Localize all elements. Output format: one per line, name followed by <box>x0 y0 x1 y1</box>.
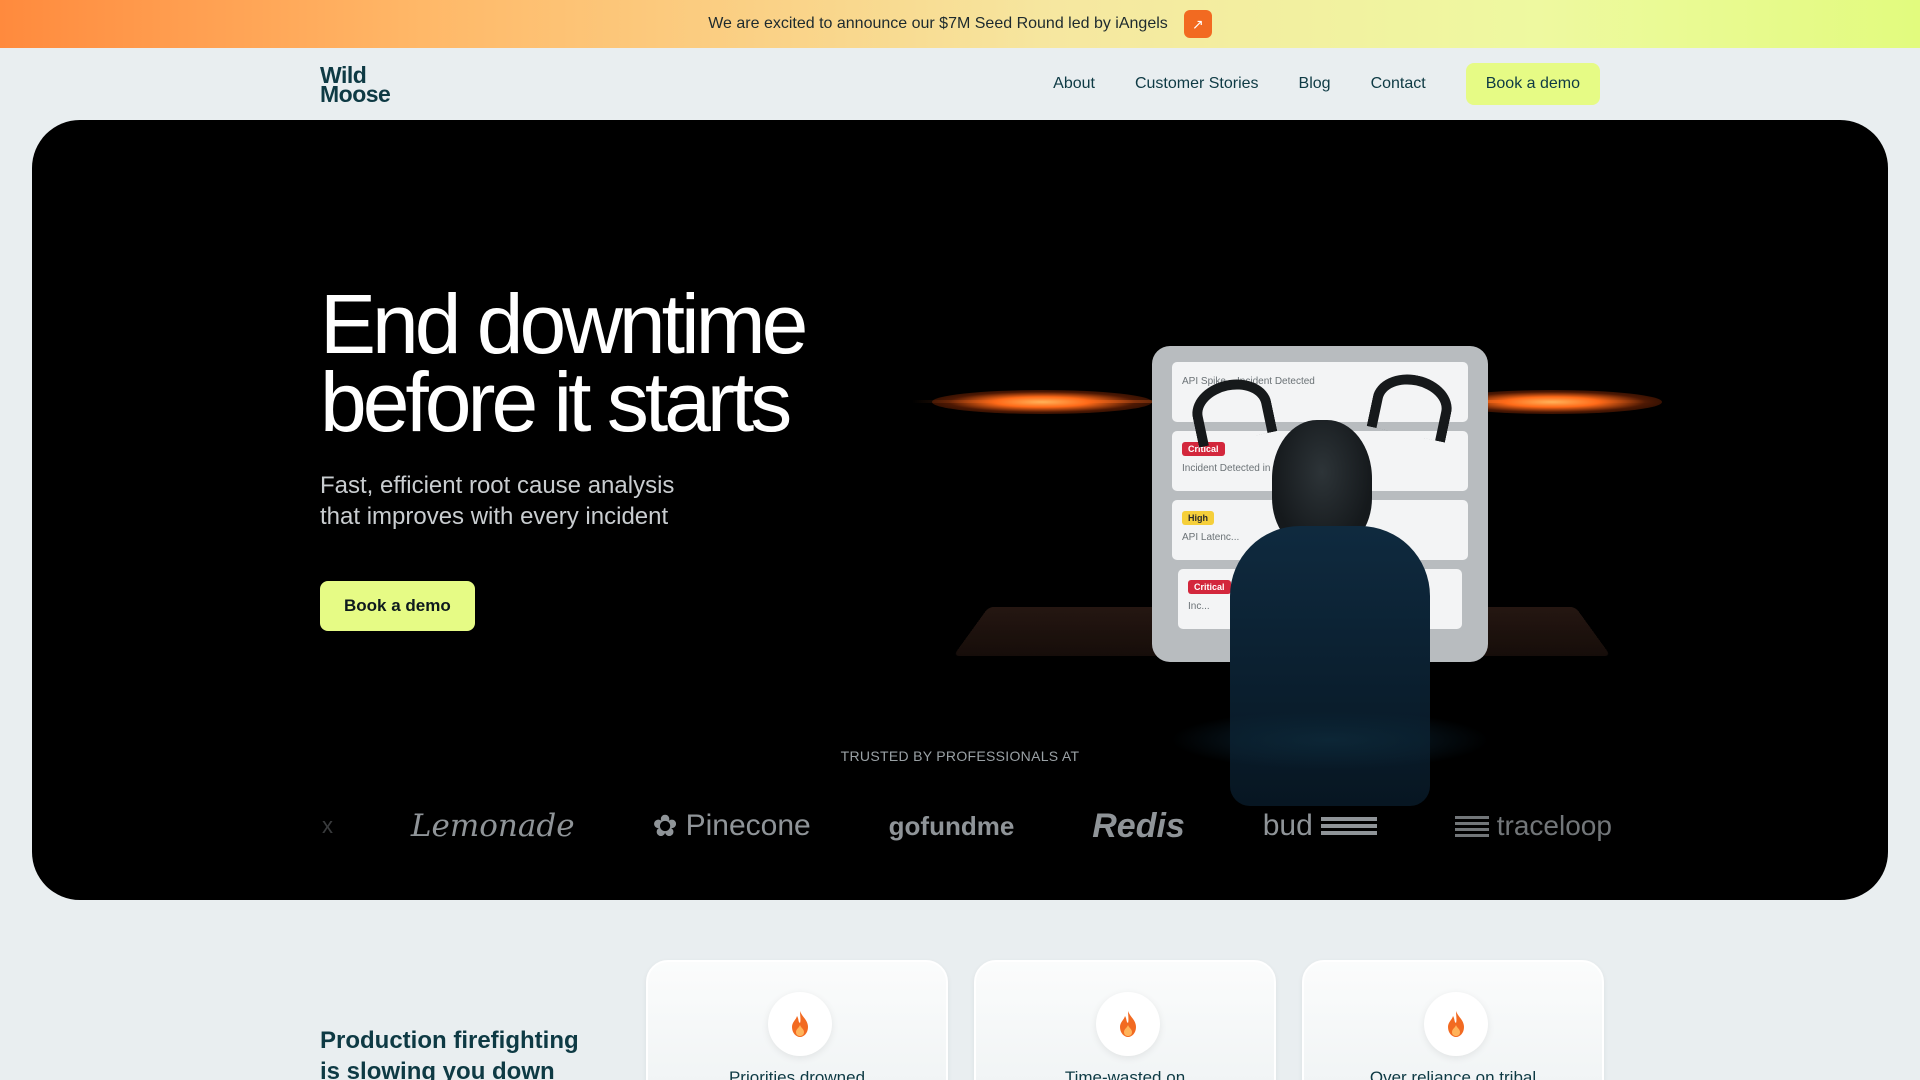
problem-card-label: Over reliance on tribal <box>1369 1068 1537 1080</box>
nav-link-about[interactable]: About <box>1053 75 1095 93</box>
hero-subtitle: Fast, efficient root cause analysis that… <box>320 470 674 532</box>
hero-title: End downtime before it starts <box>320 277 808 449</box>
announcement-bar[interactable]: We are excited to announce our $7M Seed … <box>0 0 1920 48</box>
hero-title-line-1: End downtime <box>320 277 808 371</box>
fire-icon <box>768 992 832 1056</box>
problems-title: Production firefighting is slowing you d… <box>320 1025 579 1080</box>
problems-title-line-1: Production firefighting <box>320 1027 579 1054</box>
announcement-text[interactable]: We are excited to announce our $7M Seed … <box>708 15 1168 33</box>
logo-lemonade: Lemonade <box>410 808 575 844</box>
problem-card: Priorities drowned <box>646 960 948 1080</box>
hero-title-line-2: before it starts <box>320 355 792 449</box>
logo-pinecone: ✿ Pinecone <box>652 809 810 844</box>
traceloop-bars-icon <box>1454 815 1489 837</box>
trusted-label: TRUSTED BY PROFESSIONALS AT <box>840 748 1080 764</box>
nav-link-customer-stories[interactable]: Customer Stories <box>1135 75 1259 93</box>
logo-traceloop: traceloop <box>1454 810 1612 842</box>
critical-badge: Critical <box>1188 580 1231 594</box>
arrow-up-right-icon[interactable]: ↗ <box>1183 10 1212 38</box>
hero-subtitle-line-1: Fast, efficient root cause analysis <box>320 472 675 499</box>
problem-card-label: Time-wasted on <box>1064 1068 1186 1080</box>
logo-gofundme: gofundme <box>888 810 1015 841</box>
pinecone-icon: ✿ <box>652 809 678 843</box>
fire-icon <box>1424 992 1488 1056</box>
problem-card-label: Priorities drowned <box>728 1068 866 1080</box>
nav-link-contact[interactable]: Contact <box>1371 75 1426 93</box>
glow-left <box>932 390 1152 414</box>
problems-title-line-2: is slowing you down <box>320 1058 555 1080</box>
high-badge: High <box>1182 511 1214 525</box>
nav-link-blog[interactable]: Blog <box>1299 75 1331 93</box>
bud-bars-icon <box>1320 817 1377 835</box>
logo-redis: Redis <box>1092 806 1185 845</box>
top-nav: Wild Moose About Customer Stories Blog C… <box>0 48 1920 120</box>
wild-moose-logo[interactable]: Wild Moose <box>320 64 391 107</box>
logo-traceloop-text: traceloop <box>1496 810 1612 841</box>
logo-x: x <box>322 813 333 838</box>
problem-card: Over reliance on tribal <box>1302 960 1604 1080</box>
nav-book-demo-button[interactable]: Book a demo <box>1465 63 1600 105</box>
nav-links: About Customer Stories Blog Contact Book… <box>1053 63 1600 105</box>
hero-subtitle-line-2: that improves with every incident <box>320 503 669 530</box>
hero-section: End downtime before it starts Fast, effi… <box>32 120 1888 900</box>
logo-bud-text: bud <box>1262 809 1313 842</box>
hero-book-demo-button[interactable]: Book a demo <box>320 581 475 631</box>
fire-icon <box>1096 992 1160 1056</box>
problem-card: Time-wasted on <box>974 960 1276 1080</box>
logo-line-2: Moose <box>320 81 391 107</box>
hero-illustration: API Spike... Incident Detected Critical … <box>912 210 1662 806</box>
customer-logos: x Lemonade ✿ Pinecone gofundme Redis bud… <box>322 796 1612 856</box>
logo-bud: bud <box>1263 809 1377 843</box>
logo-pinecone-text: Pinecone <box>685 809 811 842</box>
